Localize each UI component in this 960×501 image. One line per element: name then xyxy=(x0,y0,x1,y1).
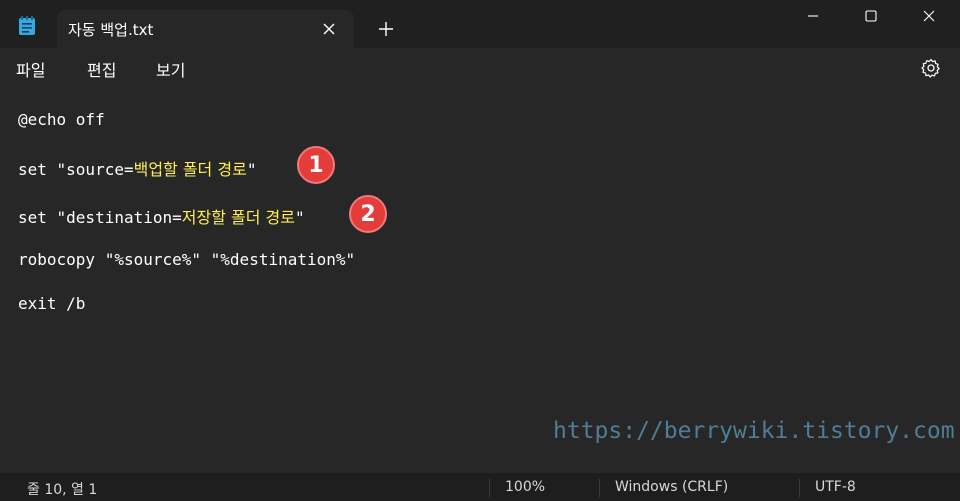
text-editor[interactable]: @echo off set "source=백업할 폴더 경로" set "de… xyxy=(0,88,960,465)
code-line-2: set "source=백업할 폴더 경로" xyxy=(18,156,256,180)
status-divider xyxy=(489,479,490,497)
menu-edit[interactable]: 편집 xyxy=(87,57,116,81)
status-bar: 줄 10, 열 1 100% Windows (CRLF) UTF-8 xyxy=(0,473,960,501)
tab-active-file[interactable]: 자동 백업.txt xyxy=(57,10,354,48)
code-text: @echo off xyxy=(18,110,105,129)
watermark-url: https://berrywiki.tistory.com xyxy=(553,418,955,444)
highlighted-placeholder-destination: 저장할 폴더 경로 xyxy=(181,208,295,227)
window-close-icon[interactable] xyxy=(900,0,958,32)
code-line-5: exit /b xyxy=(18,294,85,313)
status-divider xyxy=(799,479,800,497)
menu-bar: 파일 편집 보기 xyxy=(0,48,960,88)
status-divider xyxy=(599,479,600,497)
code-text: set "destination= xyxy=(18,208,182,227)
code-text: " xyxy=(294,208,305,227)
cursor-position: 줄 10, 열 1 xyxy=(27,482,98,498)
code-text: set "source= xyxy=(18,160,134,179)
menu-file[interactable]: 파일 xyxy=(16,57,45,81)
tab-title: 자동 백업.txt xyxy=(68,21,154,39)
maximize-icon[interactable] xyxy=(842,0,900,32)
code-line-4: robocopy "%source%" "%destination%" xyxy=(18,250,355,269)
annotation-badge-1: 1 xyxy=(297,146,335,184)
gear-icon[interactable] xyxy=(920,57,942,79)
code-line-3: set "destination=저장할 폴더 경로" xyxy=(18,204,305,228)
new-tab-plus-icon[interactable] xyxy=(376,19,396,39)
minimize-icon[interactable] xyxy=(784,0,842,32)
tab-close-icon[interactable] xyxy=(319,19,339,39)
code-line-1: @echo off xyxy=(18,110,105,129)
encoding[interactable]: UTF-8 xyxy=(815,479,856,495)
code-text: " xyxy=(246,160,257,179)
line-ending[interactable]: Windows (CRLF) xyxy=(615,479,728,495)
title-bar: 자동 백업.txt xyxy=(0,0,960,48)
code-text: exit /b xyxy=(18,294,86,313)
code-text: robocopy "%source%" "%destination%" xyxy=(18,250,356,269)
menu-view[interactable]: 보기 xyxy=(156,57,185,81)
notepad-icon xyxy=(19,16,35,35)
zoom-level[interactable]: 100% xyxy=(505,479,545,495)
annotation-badge-2: 2 xyxy=(349,195,387,233)
highlighted-placeholder-source: 백업할 폴더 경로 xyxy=(133,160,247,179)
